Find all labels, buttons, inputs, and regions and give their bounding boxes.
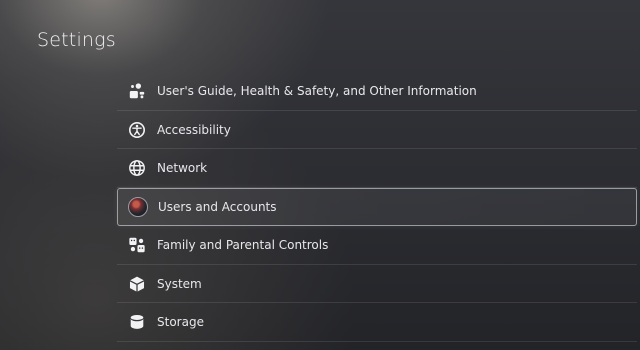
user-avatar — [128, 196, 148, 217]
menu-item-label: Users and Accounts — [158, 199, 277, 214]
accessibility-icon — [127, 120, 147, 140]
menu-item-users-guide[interactable]: User's Guide, Health & Safety, and Other… — [117, 72, 637, 111]
page-title: Settings — [37, 29, 116, 51]
cube-icon — [127, 274, 147, 294]
menu-item-label: Storage — [157, 315, 204, 330]
globe-icon — [127, 158, 147, 178]
menu-item-system[interactable]: System — [117, 265, 637, 304]
menu-item-label: Accessibility — [157, 122, 231, 137]
menu-item-label: Family and Parental Controls — [157, 238, 329, 253]
menu-item-family-parental-controls[interactable]: Family and Parental Controls — [117, 226, 637, 265]
menu-item-storage[interactable]: Storage — [117, 303, 637, 342]
menu-item-label: Network — [157, 161, 208, 176]
menu-item-network[interactable]: Network — [117, 149, 637, 188]
family-icon — [127, 235, 147, 255]
guide-icon — [127, 81, 147, 101]
menu-item-users-and-accounts[interactable]: Users and Accounts — [117, 187, 637, 226]
menu-item-label: User's Guide, Health & Safety, and Other… — [157, 84, 477, 99]
menu-item-label: System — [157, 276, 202, 291]
storage-icon — [127, 312, 147, 332]
menu-item-accessibility[interactable]: Accessibility — [117, 111, 637, 150]
settings-menu: User's Guide, Health & Safety, and Other… — [117, 72, 637, 342]
